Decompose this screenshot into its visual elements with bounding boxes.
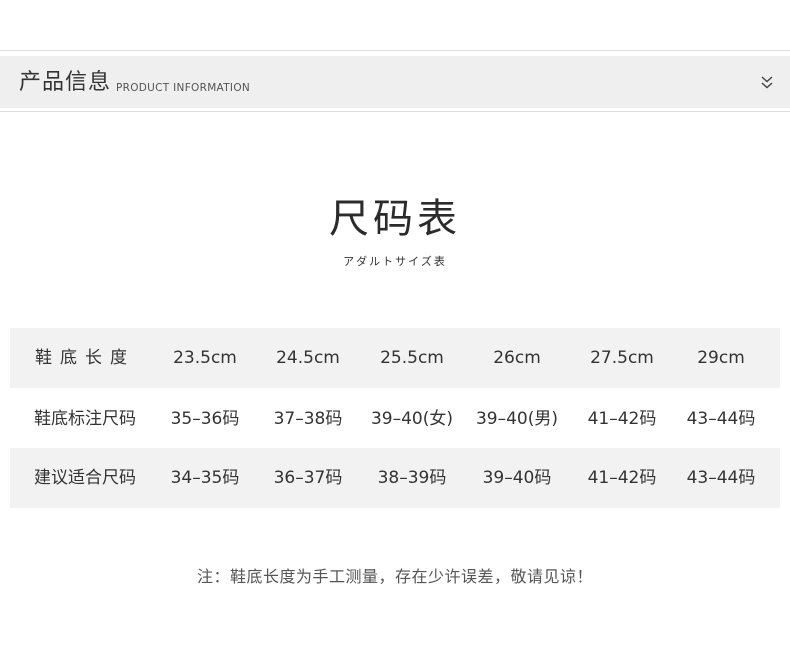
table-cell: 39–40码 <box>482 468 552 488</box>
table-cell: 24.5cm <box>276 348 340 368</box>
size-chart-subtitle: アダルトサイズ表 <box>343 255 447 268</box>
size-chart-title: 尺码表 <box>329 196 461 242</box>
table-cell: 27.5cm <box>590 348 654 368</box>
measurement-note: 注：鞋底长度为手工测量，存在少许误差，敬请见谅！ <box>196 567 593 586</box>
row-label: 鞋底长度 <box>35 348 135 368</box>
table-cell: 38–39码 <box>377 468 447 488</box>
table-cell: 37–38码 <box>273 409 343 429</box>
double-chevron-down-icon[interactable] <box>760 74 774 90</box>
table-cell: 41–42码 <box>587 468 657 488</box>
table-row: 鞋底长度 23.5cm 24.5cm 25.5cm 26cm 27.5cm 29… <box>10 328 780 388</box>
row-label: 建议适合尺码 <box>34 468 136 488</box>
table-cell: 35–36码 <box>170 409 240 429</box>
table-cell: 34–35码 <box>170 468 240 488</box>
top-divider <box>0 50 790 51</box>
table-row: 建议适合尺码 34–35码 36–37码 38–39码 39–40码 41–42… <box>10 448 780 508</box>
table-cell: 43–44码 <box>686 468 756 488</box>
row-label: 鞋底标注尺码 <box>34 409 136 429</box>
header-title: 产品信息 <box>19 70 112 95</box>
table-cell: 41–42码 <box>587 409 657 429</box>
table-cell: 36–37码 <box>273 468 343 488</box>
header-subtitle: PRODUCT INFORMATION <box>116 82 251 94</box>
table-cell: 23.5cm <box>173 348 237 368</box>
table-cell: 26cm <box>493 348 541 368</box>
header-bottom-divider <box>0 111 790 112</box>
table-row: 鞋底标注尺码 35–36码 37–38码 39–40(女) 39–40(男) 4… <box>10 389 780 449</box>
table-cell: 29cm <box>697 348 745 368</box>
table-cell: 25.5cm <box>380 348 444 368</box>
table-cell: 39–40(男) <box>475 409 559 429</box>
table-cell: 43–44码 <box>686 409 756 429</box>
table-cell: 39–40(女) <box>370 409 454 429</box>
